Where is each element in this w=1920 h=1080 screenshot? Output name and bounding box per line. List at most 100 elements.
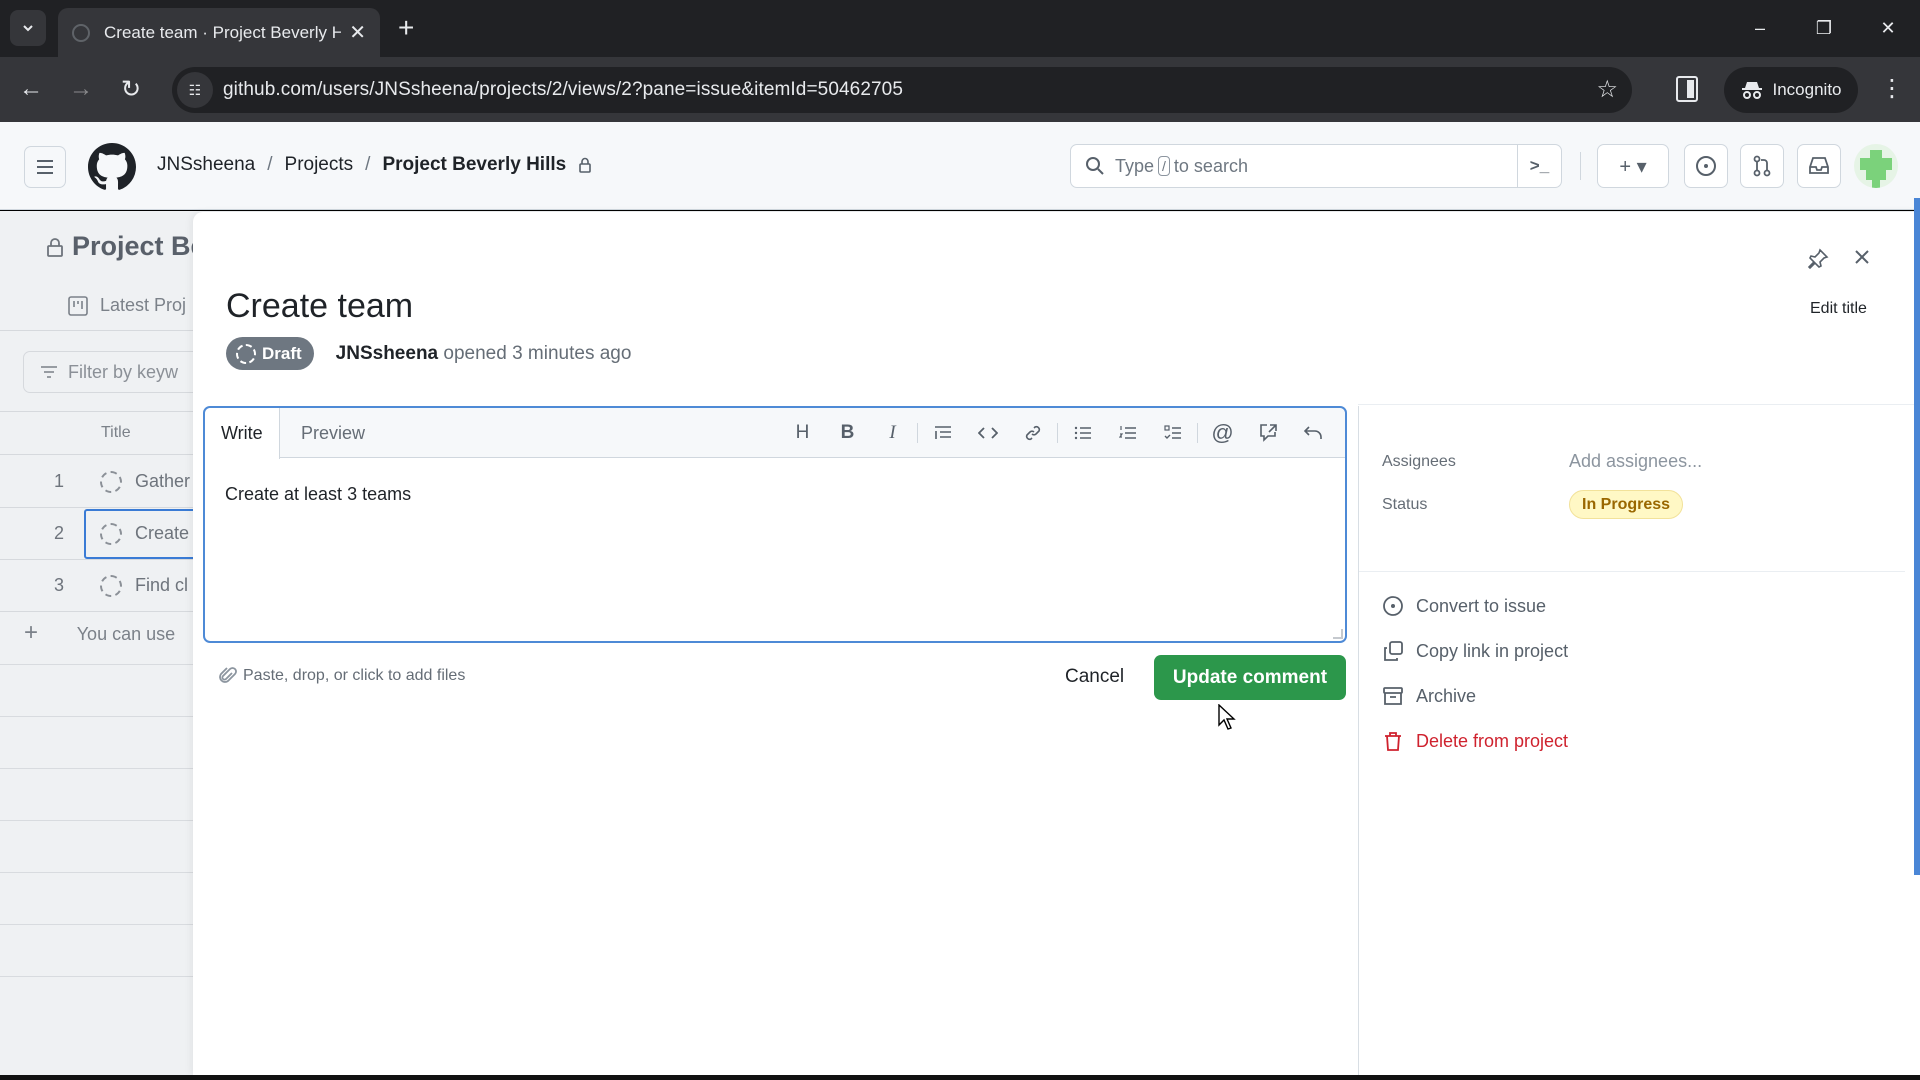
breadcrumb-project[interactable]: Project Beverly Hills [382, 154, 566, 176]
back-icon[interactable]: ← [15, 73, 47, 105]
header-divider [1580, 152, 1581, 180]
lock-icon [47, 237, 63, 257]
window-close-icon[interactable]: ✕ [1856, 0, 1920, 57]
row-divider [0, 820, 195, 821]
reload-icon[interactable]: ↻ [115, 73, 147, 105]
row-title[interactable]: Gather [135, 471, 190, 492]
minimize-icon[interactable]: – [1728, 0, 1792, 57]
issue-title: Create team [226, 287, 414, 325]
task-list-icon[interactable] [1150, 413, 1195, 453]
status-badge[interactable]: In Progress [1569, 490, 1684, 519]
delete-from-project-button[interactable]: Delete from project [1382, 730, 1568, 752]
tab-title: Create team · Project Beverly Hills [104, 22, 342, 42]
global-search-input[interactable]: Type / to search >_ [1070, 144, 1562, 188]
lock-icon [579, 157, 592, 173]
breadcrumb-owner[interactable]: JNSsheena [157, 154, 255, 176]
row-divider [0, 924, 195, 925]
search-placeholder-suffix: to search [1173, 155, 1248, 176]
row-title[interactable]: Create [135, 523, 189, 544]
window-controls: – ❐ ✕ [1728, 0, 1920, 57]
link-icon[interactable] [1010, 413, 1055, 453]
tab-preview[interactable]: Preview [285, 408, 381, 459]
table-row[interactable]: 1 Gather [0, 456, 195, 508]
author-link[interactable]: JNSsheena [336, 343, 438, 364]
pin-icon[interactable] [1807, 248, 1829, 270]
github-logo-icon[interactable] [88, 143, 136, 191]
breadcrumb: JNSsheena / Projects / Project Beverly H… [157, 154, 592, 176]
quote-icon[interactable] [920, 413, 965, 453]
tab-close-icon[interactable]: ✕ [349, 20, 366, 45]
issue-side-panel: Edit title Create team Draft JNSsheena o… [193, 212, 1920, 1075]
sidebar-divider [1358, 406, 1359, 1075]
add-assignees-button[interactable]: Add assignees... [1569, 451, 1702, 472]
undo-icon[interactable] [1290, 413, 1335, 453]
breadcrumb-projects[interactable]: Projects [285, 154, 354, 176]
tab-write[interactable]: Write [205, 408, 280, 459]
pull-requests-button[interactable] [1740, 144, 1784, 188]
convert-to-issue-button[interactable]: Convert to issue [1382, 595, 1546, 617]
action-label: Delete from project [1416, 730, 1569, 751]
create-new-button[interactable]: + ▾ [1597, 144, 1669, 188]
forward-icon[interactable]: → [65, 73, 97, 105]
tab-list-button[interactable] [10, 10, 46, 46]
github-header: JNSsheena / Projects / Project Beverly H… [0, 122, 1920, 210]
browser-tab-active[interactable]: Create team · Project Beverly Hills ✕ [58, 8, 380, 57]
github-favicon-icon [72, 23, 90, 42]
archive-button[interactable]: Archive [1382, 685, 1476, 707]
action-label: Archive [1416, 685, 1477, 706]
user-avatar[interactable] [1854, 144, 1898, 188]
table-row[interactable]: 3 Find cl [0, 560, 195, 612]
ordered-list-icon[interactable] [1105, 413, 1150, 453]
edit-title-button[interactable]: Edit title [1810, 300, 1867, 318]
heading-icon[interactable]: H [780, 413, 825, 453]
mention-icon[interactable]: @ [1200, 413, 1245, 453]
url-text[interactable]: github.com/users/JNSsheena/projects/2/vi… [223, 79, 903, 101]
view-tab[interactable]: Latest Proj [68, 295, 186, 316]
sidebar-top-divider [1358, 404, 1920, 405]
pull-request-icon [1753, 155, 1771, 177]
bookmark-star-icon[interactable]: ☆ [1596, 75, 1618, 104]
row-divider [0, 768, 195, 769]
inbox-button[interactable] [1797, 144, 1841, 188]
incognito-indicator[interactable]: Incognito [1724, 67, 1858, 113]
cancel-button[interactable]: Cancel [1065, 655, 1124, 699]
action-label: Copy link in project [1416, 640, 1569, 661]
column-title[interactable]: Title [101, 424, 131, 442]
code-icon[interactable] [965, 413, 1010, 453]
browser-menu-icon[interactable]: ⋮ [1880, 75, 1904, 103]
row-divider [0, 716, 195, 717]
row-title[interactable]: Find cl [135, 575, 188, 596]
copy-link-button[interactable]: Copy link in project [1382, 640, 1568, 662]
new-tab-button[interactable]: + [398, 12, 414, 44]
site-info-icon[interactable]: ☷ [177, 72, 213, 108]
italic-icon[interactable]: I [870, 413, 915, 453]
browser-tab-bar: Create team · Project Beverly Hills ✕ + … [0, 0, 1920, 57]
table-row[interactable]: 2 Create [0, 508, 204, 560]
toolbar-separator [1057, 423, 1058, 443]
incognito-icon [1741, 82, 1762, 99]
close-icon[interactable] [1853, 248, 1871, 266]
bold-icon[interactable]: B [825, 413, 870, 453]
draft-issue-icon [100, 575, 122, 597]
issues-button[interactable] [1684, 144, 1728, 188]
restore-icon[interactable]: ❐ [1792, 0, 1856, 57]
filter-icon [41, 366, 57, 378]
unordered-list-icon[interactable] [1060, 413, 1105, 453]
cross-reference-icon[interactable] [1245, 413, 1290, 453]
command-palette-button[interactable]: >_ [1517, 145, 1561, 187]
attach-hint: Paste, drop, or click to add files [243, 667, 466, 684]
resize-handle[interactable] [1333, 629, 1343, 639]
side-panel-icon[interactable] [1676, 76, 1698, 102]
address-bar[interactable]: ☷ github.com/users/JNSsheena/projects/2/… [172, 67, 1632, 113]
attach-files[interactable]: Paste, drop, or click to add files [219, 667, 465, 685]
chevron-down-icon [23, 25, 33, 32]
archive-icon [1382, 685, 1404, 707]
project-title-text: Project Be [72, 231, 206, 261]
hamburger-menu-button[interactable] [24, 146, 66, 188]
add-item-row[interactable]: + You can use [24, 619, 175, 647]
update-comment-button[interactable]: Update comment [1154, 655, 1346, 700]
comment-editor: Write Preview H B I @ Create at least 3 [203, 406, 1347, 643]
comment-textarea[interactable]: Create at least 3 teams [225, 484, 411, 505]
scrollbar[interactable] [1914, 198, 1920, 875]
search-placeholder-prefix: Type [1115, 155, 1155, 176]
